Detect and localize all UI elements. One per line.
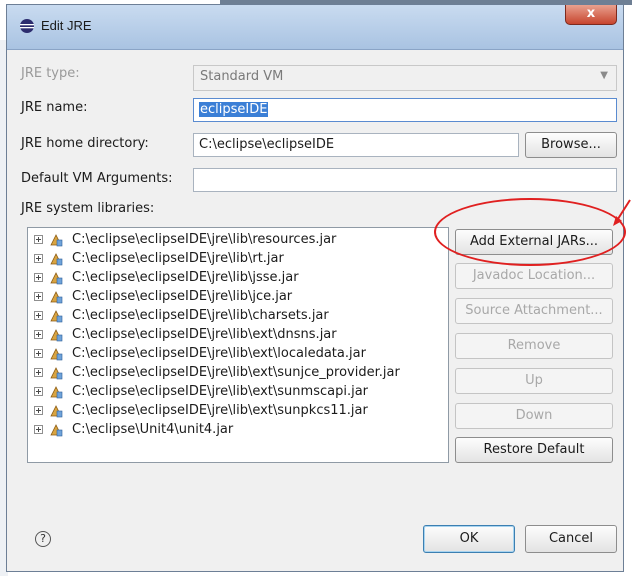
expand-icon[interactable] — [34, 425, 43, 434]
library-path: C:\eclipse\eclipseIDE\jre\lib\jce.jar — [72, 289, 293, 304]
library-path: C:\eclipse\eclipseIDE\jre\lib\ext\locale… — [72, 346, 366, 361]
jar-icon — [50, 329, 63, 342]
expand-icon[interactable] — [34, 235, 43, 244]
expand-icon[interactable] — [34, 368, 43, 377]
expand-icon[interactable] — [34, 330, 43, 339]
close-button[interactable]: x — [565, 5, 617, 25]
library-path: C:\eclipse\eclipseIDE\jre\lib\ext\dnsns.… — [72, 327, 337, 342]
library-path: C:\eclipse\eclipseIDE\jre\lib\rt.jar — [72, 251, 284, 266]
expand-icon[interactable] — [34, 387, 43, 396]
title-bar: Edit JRE x — [7, 5, 623, 50]
library-row[interactable]: C:\eclipse\eclipseIDE\jre\lib\jce.jar — [28, 288, 448, 306]
vm-arguments-input[interactable] — [193, 168, 617, 192]
annotation-arrow-icon — [613, 199, 631, 226]
expand-icon[interactable] — [34, 254, 43, 263]
library-row[interactable]: C:\eclipse\eclipseIDE\jre\lib\ext\locale… — [28, 345, 448, 363]
system-libraries-label: JRE system libraries: — [21, 201, 155, 216]
javadoc-location-button[interactable]: Javadoc Location... — [455, 263, 613, 289]
jre-name-input[interactable]: eclipseIDE — [193, 98, 617, 122]
jre-home-input[interactable]: C:\eclipse\eclipseIDE — [193, 133, 519, 157]
library-path: C:\eclipse\eclipseIDE\jre\lib\jsse.jar — [72, 270, 299, 285]
jar-icon — [50, 367, 63, 380]
library-row[interactable]: C:\eclipse\eclipseIDE\jre\lib\charsets.j… — [28, 307, 448, 325]
jar-icon — [50, 405, 63, 418]
jre-type-select[interactable]: Standard VM ▼ — [193, 65, 617, 91]
library-path: C:\eclipse\eclipseIDE\jre\lib\ext\sunmsc… — [72, 384, 369, 399]
library-path: C:\eclipse\eclipseIDE\jre\lib\charsets.j… — [72, 308, 329, 323]
expand-icon[interactable] — [34, 406, 43, 415]
library-path: C:\eclipse\eclipseIDE\jre\lib\ext\sunjce… — [72, 365, 400, 380]
library-row[interactable]: C:\eclipse\eclipseIDE\jre\lib\ext\sunjce… — [28, 364, 448, 382]
chevron-down-icon: ▼ — [600, 70, 608, 81]
jre-home-label: JRE home directory: — [21, 136, 149, 151]
library-row[interactable]: C:\eclipse\eclipseIDE\jre\lib\jsse.jar — [28, 269, 448, 287]
system-libraries-tree[interactable]: C:\eclipse\eclipseIDE\jre\lib\resources.… — [27, 227, 449, 463]
expand-icon[interactable] — [34, 292, 43, 301]
jar-icon — [50, 424, 63, 437]
remove-button[interactable]: Remove — [455, 333, 613, 359]
library-row[interactable]: C:\eclipse\eclipseIDE\jre\lib\ext\sunmsc… — [28, 383, 448, 401]
ok-button[interactable]: OK — [423, 525, 515, 553]
jre-name-label: JRE name: — [21, 100, 88, 115]
restore-default-button[interactable]: Restore Default — [455, 437, 613, 463]
library-row[interactable]: C:\eclipse\eclipseIDE\jre\lib\resources.… — [28, 231, 448, 249]
cancel-button[interactable]: Cancel — [525, 525, 617, 553]
edit-jre-dialog: Edit JRE x JRE type: Standard VM ▼ JRE n… — [6, 4, 624, 572]
library-path: C:\eclipse\eclipseIDE\jre\lib\ext\sunpkc… — [72, 403, 368, 418]
expand-icon[interactable] — [34, 311, 43, 320]
jar-icon — [50, 310, 63, 323]
expand-icon[interactable] — [34, 273, 43, 282]
help-icon[interactable]: ? — [35, 531, 51, 547]
down-button[interactable]: Down — [455, 403, 613, 429]
source-attachment-button[interactable]: Source Attachment... — [455, 298, 613, 324]
jar-icon — [50, 253, 63, 266]
jar-icon — [50, 386, 63, 399]
jre-home-value: C:\eclipse\eclipseIDE — [199, 137, 335, 152]
library-row[interactable]: C:\eclipse\eclipseIDE\jre\lib\ext\sunpkc… — [28, 402, 448, 420]
dialog-title: Edit JRE — [41, 18, 92, 33]
add-external-jars-button[interactable]: Add External JARs... — [455, 229, 613, 255]
expand-icon[interactable] — [34, 349, 43, 358]
jre-name-value: eclipseIDE — [199, 102, 269, 117]
library-path: C:\eclipse\eclipseIDE\jre\lib\resources.… — [72, 232, 337, 247]
jre-type-label: JRE type: — [21, 66, 80, 81]
jre-type-value: Standard VM — [200, 69, 284, 84]
library-row[interactable]: C:\eclipse\eclipseIDE\jre\lib\ext\dnsns.… — [28, 326, 448, 344]
browse-button[interactable]: Browse... — [525, 132, 617, 158]
library-row[interactable]: C:\eclipse\eclipseIDE\jre\lib\rt.jar — [28, 250, 448, 268]
library-row[interactable]: C:\eclipse\Unit4\unit4.jar — [28, 421, 448, 439]
jar-icon — [50, 291, 63, 304]
up-button[interactable]: Up — [455, 368, 613, 394]
library-path: C:\eclipse\Unit4\unit4.jar — [72, 422, 234, 437]
vm-arguments-label: Default VM Arguments: — [21, 171, 173, 186]
eclipse-icon — [20, 19, 34, 33]
jar-icon — [50, 348, 63, 361]
jar-icon — [50, 272, 63, 285]
jar-icon — [50, 234, 63, 247]
